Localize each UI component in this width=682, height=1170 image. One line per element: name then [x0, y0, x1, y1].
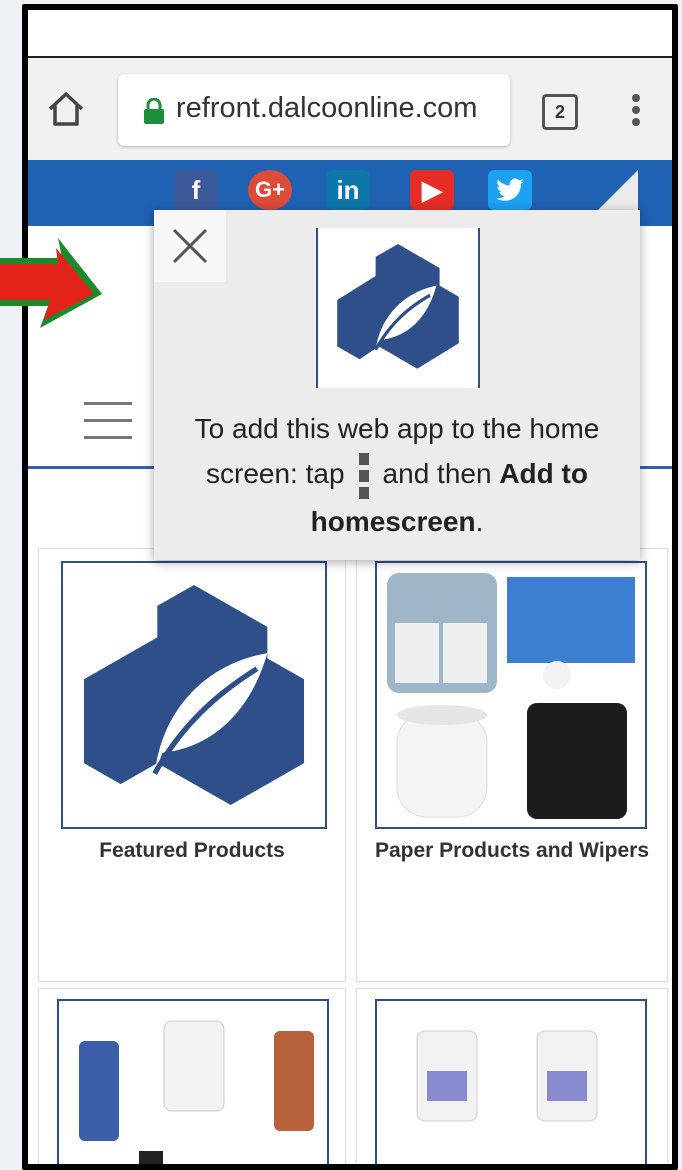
youtube-icon[interactable]: ▶ — [410, 170, 454, 210]
cleaning-products-image — [57, 999, 329, 1164]
kebab-menu-icon — [358, 452, 369, 499]
url-text: refront.dalcoonline.com — [176, 92, 478, 124]
phone-frame: refront.dalcoonline.com 2 f G+ in ▶ Feat… — [22, 4, 678, 1170]
linkedin-icon[interactable]: in — [326, 170, 370, 210]
home-icon[interactable] — [46, 89, 86, 129]
kebab-menu-icon[interactable] — [630, 94, 642, 134]
popup-pointer — [593, 170, 638, 215]
tabs-button[interactable]: 2 — [542, 94, 578, 130]
facebook-icon[interactable]: f — [174, 170, 218, 210]
popup-instructions: To add this web app to the home screen: … — [174, 406, 620, 544]
browser-toolbar: refront.dalcoonline.com 2 — [28, 58, 672, 160]
paper-products-image — [375, 561, 647, 829]
close-icon[interactable] — [154, 210, 226, 282]
annotation-arrow-icon — [0, 238, 102, 328]
category-card-paper[interactable]: Paper Products and Wipers — [356, 548, 668, 982]
category-card-cleaners-2[interactable] — [356, 988, 668, 1164]
cleaning-products-image — [375, 999, 647, 1164]
twitter-icon[interactable] — [488, 170, 532, 210]
category-card-cleaners-1[interactable] — [38, 988, 346, 1164]
add-to-homescreen-popup: To add this web app to the home screen: … — [154, 210, 640, 560]
app-logo — [316, 228, 480, 388]
google-plus-icon[interactable]: G+ — [248, 170, 292, 210]
category-card-featured[interactable]: Featured Products — [38, 548, 346, 982]
popup-text-middle: and then — [382, 458, 492, 489]
popup-text-end: . — [475, 505, 484, 537]
category-label: Featured Products — [99, 839, 285, 862]
lock-icon — [144, 98, 164, 124]
status-bar — [28, 10, 672, 58]
hamburger-menu-icon[interactable] — [84, 402, 132, 440]
featured-products-image — [61, 561, 327, 829]
category-label: Paper Products and Wipers — [374, 839, 650, 862]
address-bar[interactable]: refront.dalcoonline.com — [118, 74, 510, 146]
